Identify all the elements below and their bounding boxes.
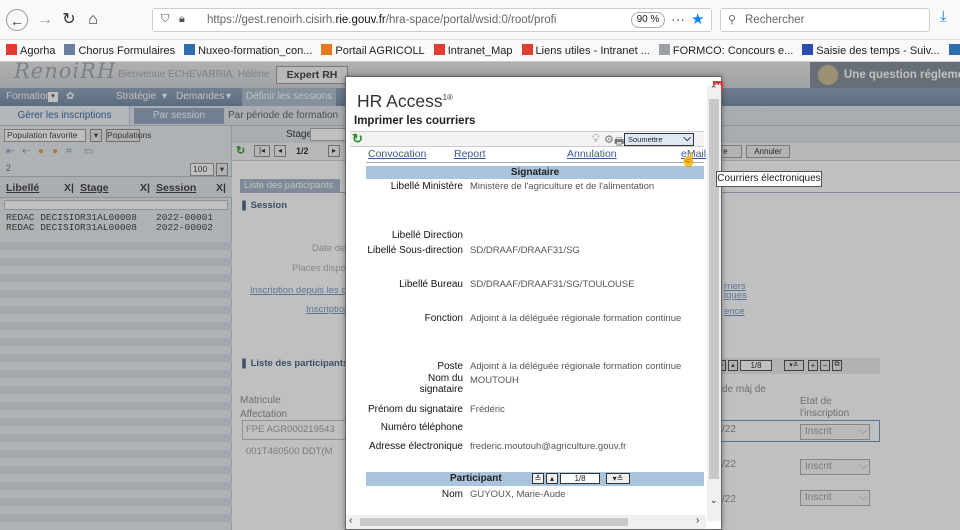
scroll-up-icon[interactable]: ⌃ bbox=[710, 84, 718, 95]
participant-title: Participant bbox=[450, 473, 502, 484]
dialog-title: Imprimer les courriers bbox=[354, 115, 476, 127]
field-label: Numéro téléphone bbox=[380, 422, 463, 433]
search-icon: ⚲ bbox=[728, 14, 737, 26]
field-value: SD/DRAAF/DRAAF31/SG/TOULOUSE bbox=[470, 279, 635, 290]
more-actions-icon[interactable]: ··· bbox=[671, 11, 685, 27]
home-icon[interactable]: ⌂ bbox=[82, 9, 104, 31]
bookmarks-bar: Agorha Chorus Formulaires Nuxeo-formation_… bbox=[0, 40, 960, 62]
lock-icon: 🔒︎ bbox=[179, 13, 185, 25]
divider bbox=[366, 162, 704, 163]
print-letters-dialog: ✕ HR Access1® Imprimer les courriers ↻ 💡… bbox=[345, 76, 723, 530]
bookmark-item[interactable]: Saisie des temps - Suiv... bbox=[802, 40, 940, 61]
field-label: Adresse électronique bbox=[369, 441, 463, 452]
bookmark-item[interactable]: Liens utiles - Intranet ... bbox=[521, 40, 650, 61]
field-value: frederic.moutouh@agriculture.gouv.fr bbox=[470, 441, 627, 452]
bookmark-item[interactable]: Nuxeo-formation_con... bbox=[184, 40, 312, 61]
participant-nom-value: GUYOUX, Marie-Aude bbox=[470, 489, 566, 500]
field-value: Frédéric bbox=[470, 404, 505, 415]
link-convocation[interactable]: Convocation bbox=[368, 148, 426, 160]
field-label: Libellé Ministère bbox=[390, 181, 463, 192]
search-box[interactable]: ⚲ Rechercher bbox=[720, 8, 930, 32]
field-label: Prénom du signataire bbox=[367, 404, 463, 415]
bulb-icon[interactable]: 💡︎ bbox=[592, 133, 600, 146]
link-report[interactable]: Report bbox=[454, 148, 486, 160]
bookmark-star-icon[interactable]: ★ bbox=[691, 10, 704, 28]
forward-arrow-icon[interactable]: → bbox=[34, 9, 56, 31]
chevron-down-icon: ⌵ bbox=[683, 133, 691, 144]
bookmark-item[interactable]: ASMA Nationale - > A bbox=[948, 40, 960, 61]
field-value: Adjoint à la déléguée régionale formatio… bbox=[470, 313, 682, 324]
submit-dropdown[interactable]: Soumettre ⌵ bbox=[624, 133, 694, 146]
bookmark-icon bbox=[802, 44, 814, 55]
field-value: SD/DRAAF/DRAAF31/SG bbox=[470, 245, 580, 256]
bookmark-item[interactable]: FORMCO: Concours e... bbox=[658, 40, 793, 61]
download-icon[interactable]: ⤓ bbox=[940, 8, 947, 25]
bookmark-icon bbox=[948, 44, 960, 55]
field-value: Adjoint à la déléguée régionale formatio… bbox=[470, 361, 682, 372]
scroll-thumb[interactable] bbox=[360, 518, 628, 526]
previous-icon[interactable]: ▴ bbox=[546, 473, 558, 484]
settings-icon[interactable]: ⚙ bbox=[604, 133, 614, 146]
vertical-scrollbar[interactable]: ⌃ ⌄ bbox=[707, 84, 721, 521]
bookmark-icon bbox=[658, 44, 670, 55]
scroll-thumb[interactable] bbox=[709, 99, 719, 479]
section-signataire: Signataire bbox=[366, 166, 704, 179]
field-label: Poste bbox=[437, 361, 463, 372]
address-bar[interactable]: ⛉ 🔒︎ https://gest.renoirh.cisirh.rie.gou… bbox=[152, 8, 712, 32]
first-icon[interactable]: ≛ bbox=[532, 473, 544, 484]
link-annulation[interactable]: Annulation bbox=[567, 148, 617, 160]
bookmark-icon bbox=[321, 44, 333, 55]
bookmark-icon bbox=[521, 44, 533, 55]
field-value: Ministère de l'agriculture et de l'alime… bbox=[470, 181, 655, 192]
shield-icon: ⛉ bbox=[161, 13, 170, 25]
dialog-app-name: HR Access1® bbox=[357, 91, 453, 111]
horizontal-scrollbar[interactable]: ‹ › bbox=[346, 515, 706, 529]
participant-nom-label: Nom bbox=[441, 489, 463, 500]
scroll-left-icon[interactable]: ‹ bbox=[349, 515, 352, 526]
tooltip: Courriers électroniques bbox=[716, 171, 822, 187]
url-text: https://gest.renoirh.cisirh.rie.gouv.fr/… bbox=[207, 14, 557, 26]
bookmark-item[interactable]: Intranet_Map bbox=[433, 40, 513, 61]
dialog-toolbar: ↻ 💡︎ ⚙ 🖶 Soumettre ⌵ bbox=[350, 131, 704, 148]
field-label: Libellé Bureau bbox=[399, 279, 463, 290]
hand-cursor-icon: ☝ bbox=[680, 151, 698, 167]
bookmark-icon bbox=[433, 44, 445, 55]
field-label: Fonction bbox=[424, 313, 463, 324]
browser-toolbar: ← → ↻ ⌂ ⛉ 🔒︎ https://gest.renoirh.cisirh… bbox=[0, 0, 960, 40]
bookmark-icon bbox=[6, 44, 17, 55]
field-label: Nom du signataire bbox=[419, 373, 463, 395]
scroll-down-icon[interactable]: ⌄ bbox=[710, 495, 718, 506]
scroll-right-icon[interactable]: › bbox=[696, 515, 699, 526]
refresh-icon[interactable]: ↻ bbox=[352, 131, 363, 147]
section-participant: Participant ≛ ▴ 1/8 ▾≛ bbox=[366, 472, 704, 486]
search-placeholder: Rechercher bbox=[745, 14, 805, 26]
reload-icon[interactable]: ↻ bbox=[58, 9, 80, 31]
bookmark-icon bbox=[184, 44, 196, 55]
back-arrow-icon[interactable]: ← bbox=[6, 9, 28, 31]
field-label: Libellé Direction bbox=[391, 230, 463, 241]
bookmark-icon bbox=[64, 44, 76, 55]
bookmark-item[interactable]: Portail AGRICOLL bbox=[321, 40, 425, 61]
field-label: Libellé Sous-direction bbox=[367, 245, 463, 256]
participant-pager[interactable]: 1/8 bbox=[560, 473, 600, 484]
field-value: MOUTOUH bbox=[470, 375, 519, 386]
next-icon[interactable]: ▾≛ bbox=[606, 473, 630, 484]
zoom-level[interactable]: 90 % bbox=[631, 12, 665, 28]
